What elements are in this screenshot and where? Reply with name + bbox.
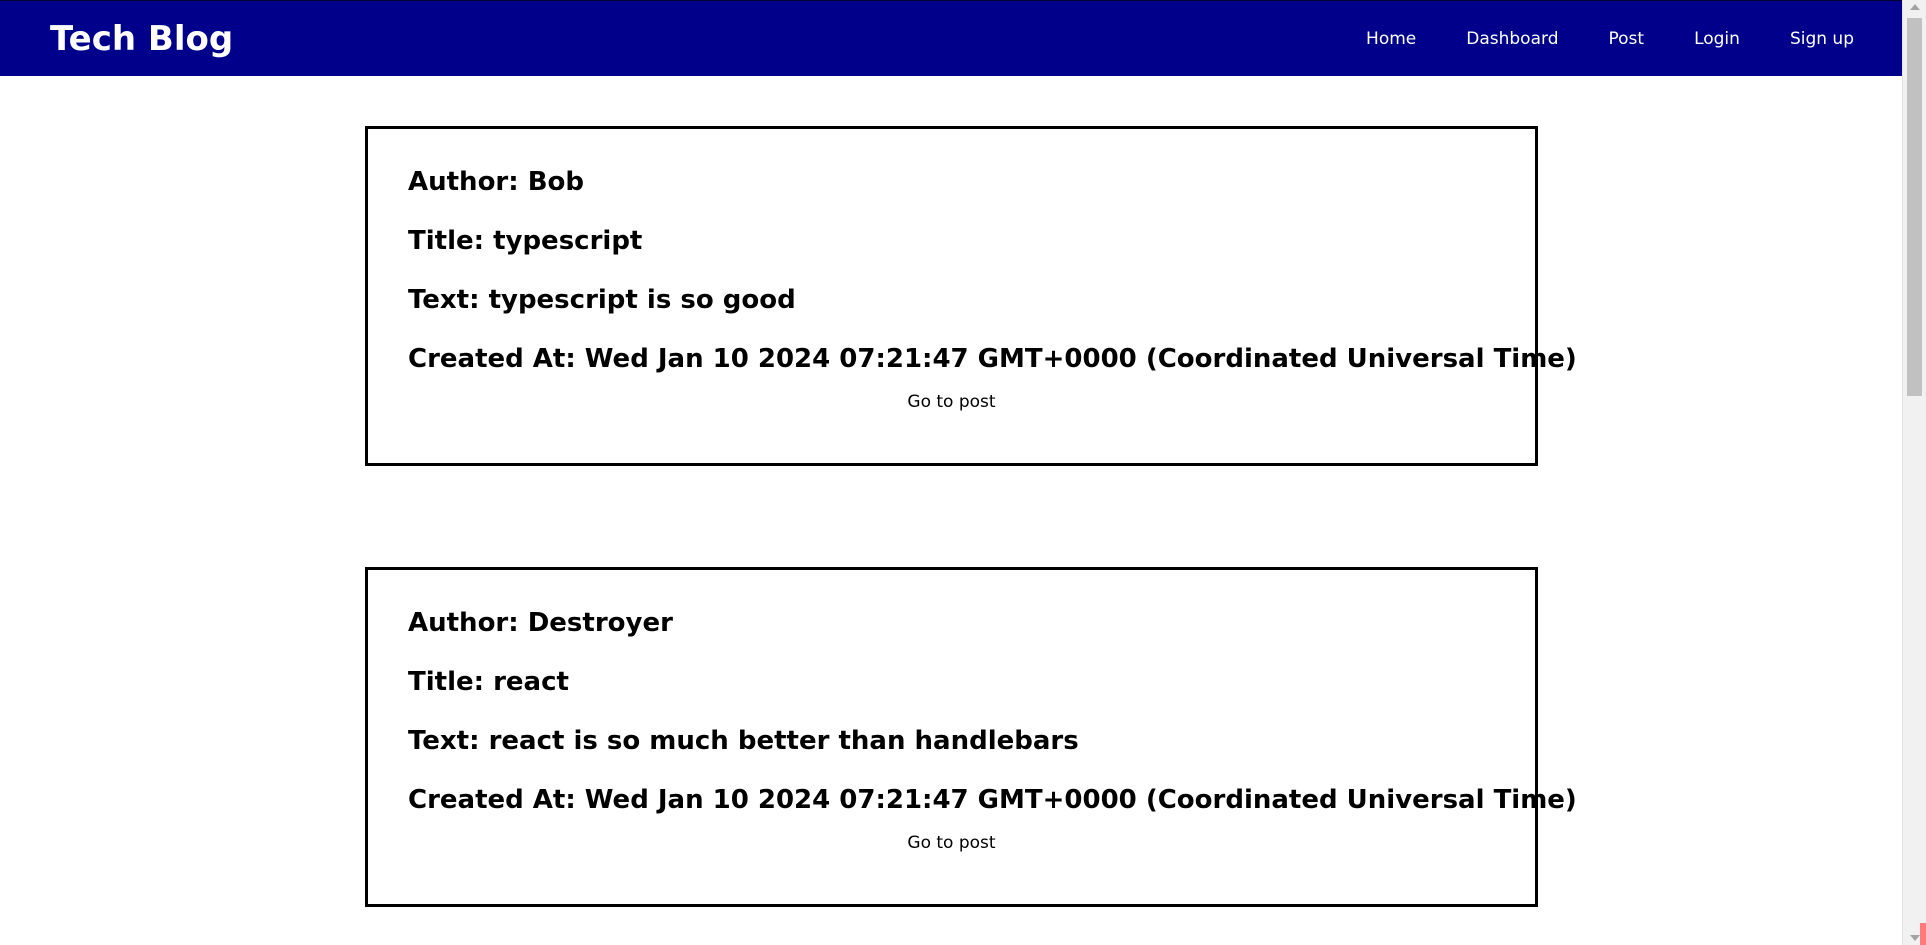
- page: Tech Blog Home Dashboard Post Login Sign…: [0, 0, 1926, 945]
- nav-link-signup[interactable]: Sign up: [1790, 29, 1854, 49]
- nav-link-dashboard[interactable]: Dashboard: [1466, 29, 1558, 49]
- go-to-post-link[interactable]: Go to post: [408, 392, 1535, 412]
- brand-logo-text[interactable]: Tech Blog: [50, 19, 233, 59]
- scroll-down-arrow-icon[interactable]: [1910, 935, 1920, 941]
- nav-link-home[interactable]: Home: [1366, 29, 1416, 49]
- post-card: Author: Destroyer Title: react Text: rea…: [365, 567, 1577, 907]
- nav-link-post[interactable]: Post: [1608, 29, 1644, 49]
- navbar: Tech Blog Home Dashboard Post Login Sign…: [0, 0, 1902, 76]
- post-title: Title: typescript: [408, 226, 643, 256]
- nav-menu: Home Dashboard Post Login Sign up: [1366, 1, 1854, 77]
- post-card: Author: Bob Title: typescript Text: type…: [365, 126, 1577, 466]
- post-text: Text: react is so much better than handl…: [408, 726, 1079, 756]
- scrollbar-thumb[interactable]: [1907, 18, 1922, 396]
- post-list: Author: Bob Title: typescript Text: type…: [0, 76, 1902, 945]
- corner-indicator: [1920, 923, 1926, 945]
- post-title: Title: react: [408, 667, 569, 697]
- go-to-post-link[interactable]: Go to post: [408, 833, 1535, 853]
- post-author: Author: Destroyer: [408, 608, 673, 638]
- scroll-up-arrow-icon[interactable]: [1910, 4, 1920, 10]
- post-created-at: Created At: Wed Jan 10 2024 07:21:47 GMT…: [408, 344, 1577, 374]
- nav-link-login[interactable]: Login: [1694, 29, 1740, 49]
- post-text: Text: typescript is so good: [408, 285, 796, 315]
- post-created-at: Created At: Wed Jan 10 2024 07:21:47 GMT…: [408, 785, 1577, 815]
- post-author: Author: Bob: [408, 167, 584, 197]
- vertical-scrollbar[interactable]: [1902, 0, 1926, 945]
